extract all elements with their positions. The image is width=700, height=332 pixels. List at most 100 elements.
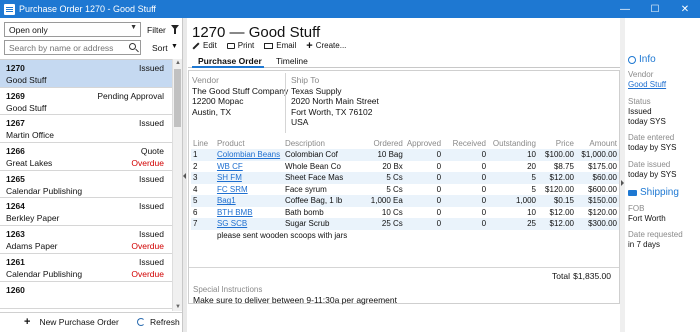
product-link[interactable]: Bag1 (217, 196, 236, 205)
overdue-badge: Overdue (131, 158, 164, 169)
info-entered-value: today by SYS (628, 143, 677, 152)
list-item[interactable]: 1264 Issued Berkley Paper (0, 198, 172, 227)
order-vendor: Adams Paper (6, 241, 58, 252)
col-ordered[interactable]: Ordered (355, 137, 405, 149)
cell-product[interactable]: Bag1 (214, 195, 283, 207)
right-splitter[interactable] (620, 18, 625, 332)
cell-received: 0 (443, 195, 489, 207)
overdue-badge: Overdue (131, 268, 164, 279)
list-item[interactable]: 1269 Pending Approval Good Stuff (0, 88, 172, 116)
cell-outstanding: 1,000 (488, 195, 538, 207)
new-purchase-order-button[interactable]: + New Purchase Order (24, 317, 119, 328)
cell-amount: $1,000.00 (575, 149, 619, 161)
product-link[interactable]: WB CF (217, 162, 243, 171)
scroll-up-icon[interactable]: ▲ (175, 60, 181, 66)
col-line[interactable]: Line (191, 137, 215, 149)
collapse-right-icon[interactable] (621, 180, 624, 186)
list-item[interactable]: 1265 Issued Calendar Publishing (0, 171, 172, 199)
scroll-down-icon[interactable]: ▼ (175, 304, 181, 310)
filter-select[interactable]: Open only ▼ (4, 22, 141, 37)
list-scrollbar[interactable]: ▲ ▼ (172, 59, 182, 311)
refresh-button[interactable]: Refresh (137, 317, 180, 327)
cell-product[interactable]: Colombian Beans (214, 149, 283, 161)
cell-product[interactable]: SH FM (214, 172, 283, 184)
print-button[interactable]: Print (226, 41, 254, 50)
collapse-left-icon[interactable] (183, 173, 186, 179)
table-row[interactable]: 5 Bag1 Coffee Bag, 1 lb 1,000 Ea 0 0 1,000 $0.1… (191, 195, 619, 207)
cell-product[interactable]: FC SRM (215, 184, 283, 196)
table-row[interactable]: 1 Colombian Beans Colombian Cof 10 Bag 0 0 10 $… (191, 149, 619, 161)
tab-timeline[interactable]: Timeline (276, 56, 308, 66)
order-number: 1265 (6, 173, 25, 184)
sort-button[interactable]: Sort (152, 43, 168, 53)
col-description[interactable]: Description (283, 137, 355, 149)
minimize-button[interactable]: — (610, 0, 640, 18)
cell-approved: 0 (436, 161, 442, 171)
date-requested-label: Date requested (628, 230, 683, 239)
col-received[interactable]: Received (443, 137, 488, 149)
list-item[interactable]: 1267 Issued Martin Office (0, 115, 172, 144)
col-price[interactable]: Price (538, 137, 576, 149)
list-actions: + New Purchase Order Refresh (0, 312, 182, 332)
table-row[interactable]: 3 SH FM Sheet Face Mas 5 Cs 0 0 5 $12.00 $60.00 (191, 172, 619, 184)
cell-product[interactable]: BTH BMB (215, 207, 283, 219)
left-splitter[interactable] (183, 18, 187, 332)
order-vendor: Good Stuff (6, 75, 47, 85)
order-list: 1270 Issued Good Stuff 1269 Pending Approval… (0, 59, 172, 311)
info-vendor-link[interactable]: Good Stuff (628, 80, 666, 90)
table-row[interactable]: 4 FC SRM Face syrum 5 Cs 0 0 5 $120.00 $600.00 (191, 184, 619, 196)
list-item[interactable]: 1263 Issued Adams Paper Overdue (0, 226, 172, 254)
tab-purchase-order[interactable]: Purchase Order (198, 56, 262, 66)
product-link[interactable]: FC SRM (217, 185, 248, 194)
product-link[interactable]: BTH BMB (217, 208, 253, 217)
fob-label: FOB (628, 204, 645, 213)
truck-icon (628, 189, 637, 196)
product-link[interactable]: Colombian Beans (217, 150, 280, 159)
line-items: 1 Colombian Beans Colombian Cof 10 Bag 0 0 10 $… (191, 149, 619, 241)
funnel-icon[interactable] (171, 25, 179, 34)
cell-approved: 0 (404, 195, 444, 207)
cell-product[interactable]: WB CF (215, 161, 283, 173)
total-label: Total (552, 271, 570, 281)
col-product[interactable]: Product (215, 137, 283, 149)
email-button[interactable]: Email (264, 41, 296, 50)
search-input[interactable] (9, 43, 119, 53)
order-number: 1263 (6, 229, 25, 240)
col-amount[interactable]: Amount (576, 137, 619, 149)
search-field[interactable] (4, 40, 141, 55)
ship-to-line: 2020 North Main Street (291, 96, 379, 106)
table-row[interactable]: 2 WB CF Whole Bean Co 20 Bx 0 0 20 $8.75 $175.00 (191, 161, 619, 173)
col-outstanding[interactable]: Outstanding (488, 137, 538, 149)
order-number: 1269 (6, 90, 25, 101)
table-row[interactable]: 7 SG SCB Sugar Scrub 25 Cs 0 0 25 $12.00 $300.00 (191, 218, 619, 230)
sort-chevron-icon[interactable]: ▼ (171, 43, 178, 50)
search-icon[interactable] (129, 43, 136, 50)
product-link[interactable]: SG SCB (217, 219, 247, 228)
order-document: Vendor The Good Stuff Company 12200 Mopa… (188, 70, 620, 305)
cell-product[interactable]: SG SCB (214, 218, 283, 230)
cell-amount: $120.00 (588, 207, 617, 217)
list-item[interactable]: 1270 Issued Good Stuff (0, 60, 172, 88)
order-status: Issued (138, 173, 164, 184)
new-purchase-order-label: New Purchase Order (39, 317, 119, 327)
cell-received: 0 (443, 172, 489, 184)
list-item[interactable]: 1261 Issued Calendar Publishing Overdue (0, 254, 172, 282)
order-number: 1266 (6, 146, 25, 157)
scroll-thumb[interactable] (174, 69, 181, 127)
product-link[interactable]: SH FM (217, 173, 242, 182)
edit-button[interactable]: Edit (192, 41, 217, 50)
shipping-heading-label: Shipping (640, 187, 679, 198)
list-item[interactable]: 1260 (0, 282, 172, 310)
cell-outstanding: 5 (531, 184, 536, 194)
list-item[interactable]: 1266 Quote Great Lakes Overdue (0, 143, 172, 171)
maximize-button[interactable]: ☐ (640, 0, 670, 18)
cell-outstanding: 5 (488, 172, 538, 184)
filter-button[interactable]: Filter (147, 25, 166, 35)
create-label: Create... (315, 41, 347, 50)
create-button[interactable]: + Create... (306, 40, 347, 51)
col-approved[interactable]: Approved (405, 137, 443, 149)
close-button[interactable]: ✕ (670, 0, 700, 18)
cell-ordered: 10 Cs (381, 207, 403, 217)
pencil-icon (192, 41, 200, 50)
table-row[interactable]: 6 BTH BMB Bath bomb 10 Cs 0 0 10 $12.00 $120.00 (191, 207, 619, 219)
